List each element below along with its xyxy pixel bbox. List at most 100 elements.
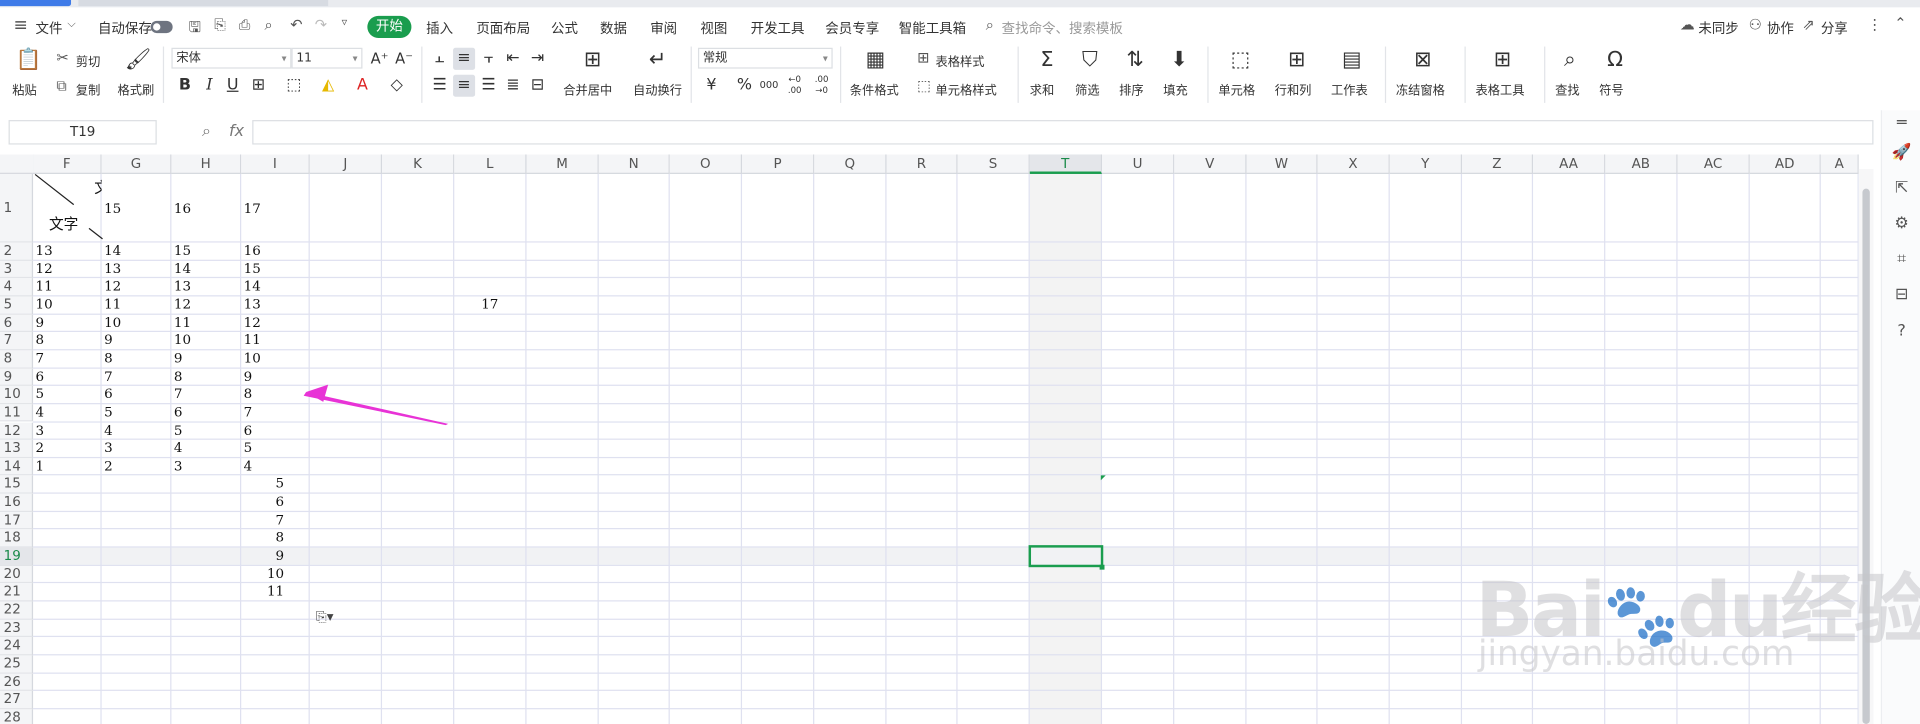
thousands-icon[interactable]: 000 bbox=[758, 75, 780, 97]
cut-button[interactable]: 剪切 bbox=[76, 51, 100, 69]
print-preview-icon[interactable]: ⌕ bbox=[264, 16, 272, 34]
column-header-m[interactable]: M bbox=[526, 154, 599, 174]
tab-review[interactable]: 审阅 bbox=[650, 18, 677, 38]
column-header-q[interactable]: Q bbox=[814, 154, 887, 174]
justify-icon[interactable]: ≣ bbox=[502, 75, 524, 97]
active-window-tab[interactable] bbox=[0, 0, 72, 7]
table-cell[interactable]: 10 bbox=[174, 332, 240, 350]
table-cell[interactable]: 3 bbox=[104, 440, 170, 458]
row-header-5[interactable]: 5 bbox=[0, 296, 34, 315]
tab-smart-toolbox[interactable]: 智能工具箱 bbox=[899, 18, 966, 38]
tab-home[interactable]: 开始 bbox=[367, 15, 412, 38]
align-middle-icon[interactable]: ≡ bbox=[453, 47, 476, 70]
cell-i-tail[interactable]: 7 bbox=[244, 512, 285, 530]
table-cell[interactable]: 1 bbox=[36, 458, 101, 476]
row-header-14[interactable]: 14 bbox=[0, 457, 34, 476]
column-header-n[interactable]: N bbox=[598, 154, 670, 174]
name-box[interactable]: T19 bbox=[8, 120, 157, 145]
fill-down-icon[interactable]: ⬇ bbox=[1167, 48, 1191, 73]
symbol-button[interactable]: 符号 bbox=[1599, 80, 1623, 98]
cell-i-tail[interactable]: 9 bbox=[244, 548, 285, 566]
column-header-r[interactable]: R bbox=[886, 154, 958, 174]
copy-button[interactable]: 复制 bbox=[76, 80, 100, 98]
table-cell[interactable]: 3 bbox=[36, 422, 101, 440]
row-header-4[interactable]: 4 bbox=[0, 278, 34, 297]
column-header-g[interactable]: G bbox=[101, 154, 172, 174]
table-cell[interactable]: 7 bbox=[36, 350, 101, 368]
sum-button[interactable]: 求和 bbox=[1030, 80, 1054, 98]
row-header-17[interactable]: 17 bbox=[0, 511, 34, 530]
column-header-ac[interactable]: AC bbox=[1677, 154, 1750, 174]
table-tools-button[interactable]: 表格工具 bbox=[1476, 80, 1525, 98]
column-header-j[interactable]: J bbox=[309, 154, 383, 174]
collapse-ribbon-icon[interactable]: ⌃ bbox=[1894, 15, 1906, 32]
table-cell[interactable]: 10 bbox=[244, 350, 309, 368]
table-cell[interactable]: 13 bbox=[174, 278, 240, 296]
table-cell[interactable]: 12 bbox=[36, 260, 101, 278]
row-header-19[interactable]: 19 bbox=[0, 547, 34, 566]
settings-sliders-icon[interactable]: ⚙ bbox=[1891, 213, 1913, 235]
distributed-icon[interactable]: ⊟ bbox=[527, 75, 549, 97]
table-cell[interactable]: 12 bbox=[244, 314, 309, 332]
row-header-22[interactable]: 22 bbox=[0, 601, 34, 620]
table-cell[interactable]: 8 bbox=[36, 332, 101, 350]
row-header-11[interactable]: 11 bbox=[0, 404, 34, 423]
column-header-u[interactable]: U bbox=[1102, 154, 1175, 174]
sort-icon[interactable]: ⇅ bbox=[1123, 48, 1147, 73]
row-header-13[interactable]: 13 bbox=[0, 439, 34, 458]
column-header-a[interactable]: A bbox=[1820, 154, 1859, 174]
row-header-1[interactable]: 1 bbox=[0, 173, 34, 243]
table-cell[interactable]: 10 bbox=[104, 314, 170, 332]
table-cell[interactable]: 5 bbox=[36, 386, 101, 404]
redo-icon[interactable]: ↷ bbox=[315, 16, 327, 33]
tab-member[interactable]: 会员专享 bbox=[825, 18, 879, 38]
decrease-font-icon[interactable]: A⁻ bbox=[393, 48, 415, 70]
table-cell[interactable]: 6 bbox=[36, 368, 101, 386]
table-style-button[interactable]: 表格样式 bbox=[936, 51, 985, 69]
fill-button[interactable]: 填充 bbox=[1163, 80, 1187, 98]
row-header-23[interactable]: 23 bbox=[0, 619, 34, 638]
table-cell[interactable]: 11 bbox=[36, 278, 101, 296]
row-header-26[interactable]: 26 bbox=[0, 673, 34, 692]
column-header-t[interactable]: T bbox=[1029, 154, 1103, 174]
collaborate-button[interactable]: 协作 bbox=[1767, 18, 1794, 38]
chevron-down-icon[interactable]: ⌵ bbox=[67, 18, 75, 30]
table-cell[interactable]: 9 bbox=[36, 314, 101, 332]
merge-center-button[interactable]: 合并居中 bbox=[563, 80, 612, 98]
table-cell[interactable]: 4 bbox=[36, 404, 101, 422]
sync-status[interactable]: 未同步 bbox=[1698, 18, 1738, 38]
column-header-ad[interactable]: AD bbox=[1749, 154, 1821, 174]
row-header-8[interactable]: 8 bbox=[0, 350, 34, 369]
paste-button[interactable]: 粘贴 bbox=[12, 80, 36, 98]
autosave-toggle[interactable] bbox=[150, 20, 173, 34]
table-cell[interactable]: 16 bbox=[244, 243, 309, 261]
table-tools-icon[interactable]: ⊞ bbox=[1490, 48, 1514, 73]
table-cell[interactable]: 14 bbox=[244, 278, 309, 296]
conditional-format-button[interactable]: 条件格式 bbox=[850, 80, 899, 98]
border-icon[interactable]: ⊞ bbox=[247, 75, 269, 97]
table-cell[interactable]: 11 bbox=[174, 314, 240, 332]
row-header-12[interactable]: 12 bbox=[0, 422, 34, 440]
wrap-icon[interactable]: ↵ bbox=[645, 48, 669, 73]
export-icon[interactable]: ⎘ bbox=[214, 16, 226, 34]
scissors-icon[interactable]: ✂ bbox=[56, 49, 68, 66]
row-header-16[interactable]: 16 bbox=[0, 493, 34, 512]
row-header-28[interactable]: 28 bbox=[0, 709, 34, 724]
tab-insert[interactable]: 插入 bbox=[426, 18, 453, 38]
share-button[interactable]: 分享 bbox=[1821, 18, 1848, 38]
fill-color-icon[interactable]: ◭ bbox=[317, 75, 339, 97]
cell-style-button[interactable]: 单元格样式 bbox=[936, 80, 997, 98]
table-cell[interactable]: 8 bbox=[174, 368, 240, 386]
table-cell[interactable]: 8 bbox=[104, 350, 170, 368]
indent-increase-icon[interactable]: ⇥ bbox=[527, 48, 549, 70]
column-header-i[interactable]: I bbox=[241, 154, 310, 174]
increase-font-icon[interactable]: A⁺ bbox=[369, 48, 391, 70]
row-header-25[interactable]: 25 bbox=[0, 655, 34, 674]
filter-icon[interactable]: ⛉ bbox=[1078, 48, 1102, 73]
column-header-p[interactable]: P bbox=[742, 154, 815, 174]
table-cell[interactable]: 4 bbox=[104, 422, 170, 440]
document-tab[interactable] bbox=[78, 0, 329, 7]
fx-icon[interactable]: fx bbox=[229, 123, 244, 141]
table-cell[interactable]: 14 bbox=[174, 260, 240, 278]
formula-input[interactable] bbox=[252, 120, 1874, 145]
